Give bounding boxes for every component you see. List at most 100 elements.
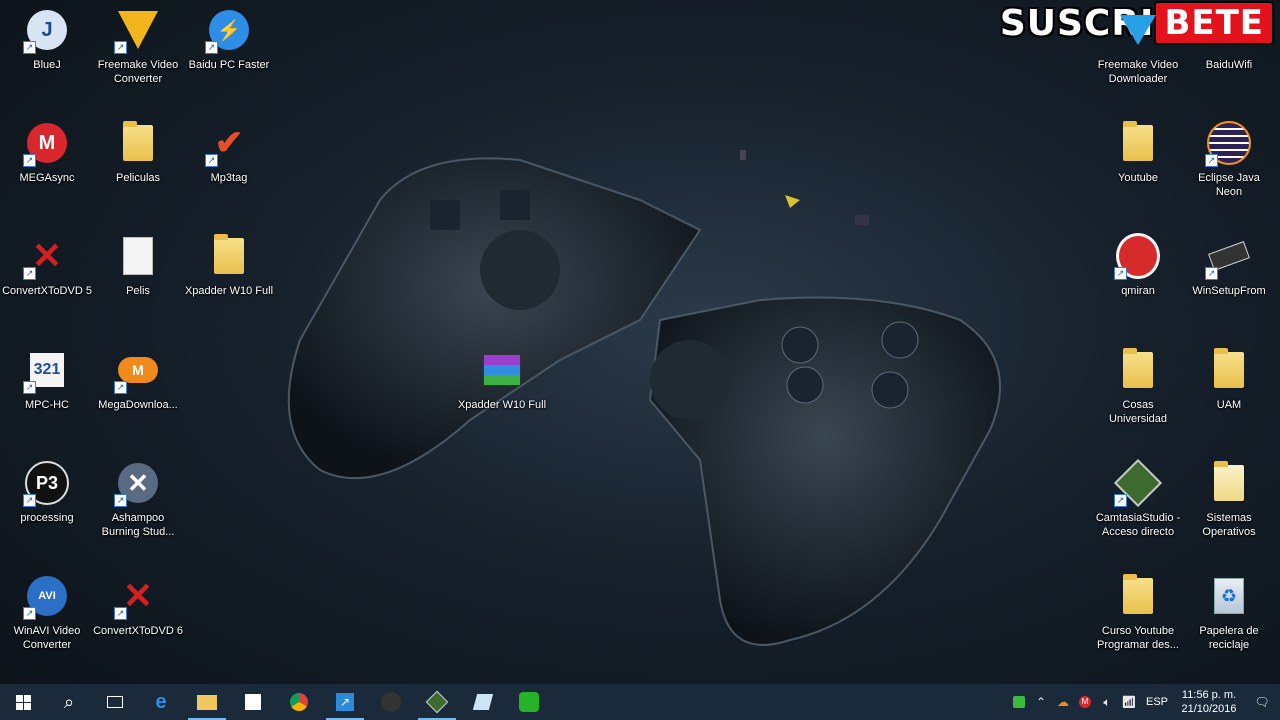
app-10k-button[interactable] [368,684,414,720]
desktop-icon-megadownloader[interactable]: M ↗ MegaDownloa... [93,348,183,412]
convertx-icon: ✕ ↗ [23,234,69,280]
icon-label: Baidu PC Faster [188,59,270,71]
windows-start-button[interactable] [0,684,46,720]
notes-icon [472,694,494,710]
folder-icon [116,121,160,165]
desktop-icon-peliculas[interactable]: Peliculas [93,121,183,185]
icon-label: Pelis [126,285,150,297]
app-10k-icon [381,692,401,712]
store-icon [245,694,261,710]
notes-button[interactable] [460,684,506,720]
icon-label: ConvertXToDVD 5 [2,285,92,297]
desktop-icon-pelis[interactable]: Pelis [93,234,183,298]
desktop-icon-youtube[interactable]: Youtube [1093,121,1183,185]
processing-icon: P3 ↗ [23,461,69,507]
desktop-icon-cosas-universidad[interactable]: Cosas Universidad [1093,348,1183,426]
search-button[interactable]: ⌕ [46,684,92,720]
record-icon: ↗ [1114,233,1160,280]
desktop-icon-freemake-video-downloader[interactable]: Freemake Video Downloader [1093,8,1183,86]
desktop-icon-processing[interactable]: P3 ↗ processing [2,461,92,525]
icon-label: WinSetupFrom [1192,285,1266,297]
wifi-app-button[interactable] [506,684,552,720]
icon-label: qmiran [1121,285,1155,297]
icon-label: Peliculas [115,172,161,184]
convertx-icon: ✕ ↗ [114,574,160,620]
tray-green-app-icon[interactable] [1008,684,1030,720]
desktop-icon-qmiran[interactable]: ↗ qmiran [1093,233,1183,298]
desktop-icon-camtasiastudio[interactable]: ↗ CamtasiaStudio - Acceso directo [1093,458,1183,539]
store-button[interactable] [230,684,276,720]
taskbar: ⌕ e ↗ ⌃ ☁ M 🔈︎ 📶︎ ESP 11:56 p. m. 21/10/… [0,684,1280,720]
edge-button[interactable]: e [138,684,184,720]
icon-label: Curso Youtube Programar des... [1097,625,1179,651]
notifications-icon[interactable]: 🗨︎ [1244,684,1280,720]
desktop-icon-baidu-pc-faster[interactable]: ⚡ ↗ Baidu PC Faster [184,8,274,72]
shortcut-app-button[interactable]: ↗ [322,684,368,720]
task-view-icon [107,696,123,708]
icon-label: Xpadder W10 Full [457,399,547,411]
wallpaper-game-controller [287,125,1001,646]
desktop-icon-mpc-hc[interactable]: 321 ↗ MPC-HC [2,348,92,412]
chrome-button[interactable] [276,684,322,720]
icon-label: BaiduWifi [1205,59,1253,71]
clock[interactable]: 11:56 p. m. 21/10/2016 [1174,688,1244,716]
folder-icon [1116,348,1160,392]
cloud-icon[interactable]: ☁ [1052,684,1074,720]
desktop-icon-xpadder-w10-full-folder[interactable]: Xpadder W10 Full [184,234,274,298]
icon-label: Freemake Video Downloader [1097,59,1179,85]
chrome-icon [290,693,308,711]
icon-label: Youtube [1118,172,1158,184]
document-icon [116,234,160,278]
desktop-icon-ashampoo-burning-studio[interactable]: ✕ ↗ Ashampoo Burning Stud... [93,461,183,539]
icon-label: WinAVI Video Converter [13,625,81,651]
file-explorer-button[interactable] [184,684,230,720]
desktop-icon-xpadder-w10-full-archive[interactable]: Xpadder W10 Full [457,348,547,412]
icon-label: Papelera de reciclaje [1199,625,1259,651]
icon-label: Mp3tag [210,172,248,184]
language-indicator[interactable]: ESP [1140,696,1174,708]
desktop-icon-megasync[interactable]: M ↗ MEGAsync [2,121,92,185]
chevron-up-icon[interactable]: ⌃ [1030,684,1052,720]
desktop-icon-uam[interactable]: UAM [1184,348,1274,412]
file-explorer-icon [197,694,217,710]
icon-label: MEGAsync [19,172,75,184]
winrar-icon [480,348,524,392]
camtasia-icon: ↗ [1113,458,1163,508]
desktop-icon-bluej[interactable]: J ↗ BlueJ [2,8,92,72]
clock-time: 11:56 p. m. [1181,689,1237,701]
task-view-button[interactable] [92,684,138,720]
desktop-icon-baiduwifi[interactable]: BaiduWifi [1184,8,1274,72]
system-tray: ⌃ ☁ M 🔈︎ 📶︎ ESP 11:56 p. m. 21/10/2016 🗨… [1008,684,1280,720]
desktop-icon-curso-youtube[interactable]: Curso Youtube Programar des... [1093,574,1183,652]
desktop-icon-eclipse-java-neon[interactable]: ↗ Eclipse Java Neon [1184,121,1274,199]
icon-label: UAM [1216,399,1242,411]
wifi-icon [1207,8,1251,52]
icon-label: BlueJ [33,59,61,71]
folder-icon [1116,574,1160,618]
eclipse-icon: ↗ [1205,121,1251,167]
folder-icon [1207,348,1251,392]
camtasia-button[interactable] [414,684,460,720]
bluej-icon: J ↗ [23,8,69,54]
desktop-icon-winavi-video-converter[interactable]: AVI ↗ WinAVI Video Converter [2,574,92,652]
icon-label: Xpadder W10 Full [184,285,274,297]
network-icon[interactable]: 📶︎ [1118,684,1140,720]
recycle-bin-icon: ♻ [1207,574,1251,618]
icon-label: Ashampoo Burning Stud... [101,512,175,538]
mega-tray-icon[interactable]: M [1074,684,1096,720]
icon-label: Cosas Universidad [1108,399,1168,425]
desktop-icon-recycle-bin[interactable]: ♻ Papelera de reciclaje [1184,574,1274,652]
mpc-icon: 321 ↗ [23,348,69,394]
desktop-icon-freemake-video-converter[interactable]: ↗ Freemake Video Converter [93,8,183,86]
mega-cloud-icon: M ↗ [114,348,160,394]
desktop-icon-sistemas-operativos[interactable]: Sistemas Operativos [1184,461,1274,539]
baidu-icon: ⚡ ↗ [205,8,251,54]
desktop-icon-convertxtodvd-5[interactable]: ✕ ↗ ConvertXToDVD 5 [2,234,92,298]
desktop-icon-winsetupfrom[interactable]: ↗ WinSetupFrom [1184,234,1274,298]
desktop-icon-mp3tag[interactable]: ✔ ↗ Mp3tag [184,121,274,185]
desktop-icon-convertxtodvd-6[interactable]: ✕ ↗ ConvertXToDVD 6 [93,574,183,638]
folder-icon [1116,121,1160,165]
mp3tag-icon: ✔ ↗ [205,121,251,167]
volume-icon[interactable]: 🔈︎ [1096,684,1118,720]
freemake-icon [1116,8,1160,52]
